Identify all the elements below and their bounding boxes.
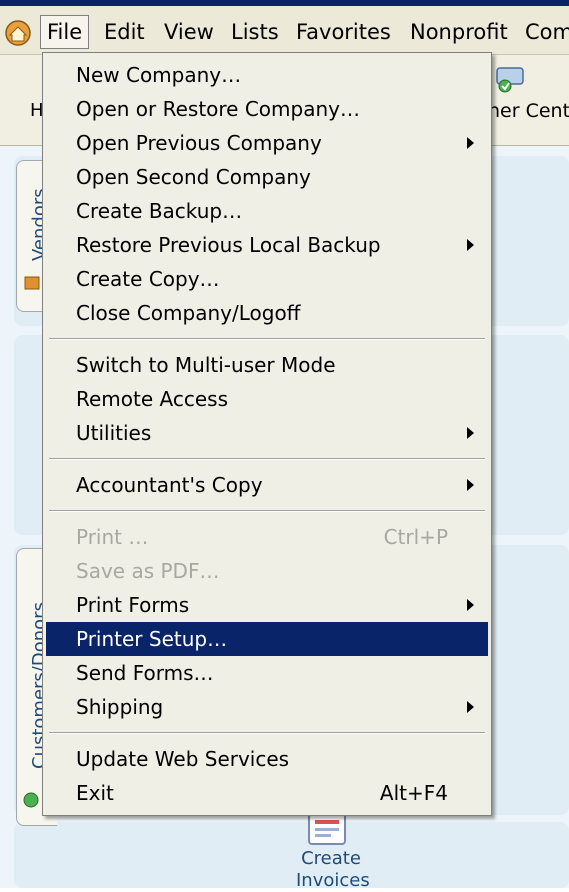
menu-item-open-restore-company[interactable]: Open or Restore Company… [46, 92, 488, 126]
menu-item-remote-access[interactable]: Remote Access [46, 382, 488, 416]
menu-bar: File Edit View Lists Favorites Nonprofit… [0, 6, 569, 55]
submenu-arrow-icon [467, 701, 474, 713]
menu-item-exit[interactable]: Exit Alt+F4 [46, 776, 488, 810]
submenu-arrow-icon [467, 479, 474, 491]
menu-item-accountants-copy[interactable]: Accountant's Copy [46, 468, 488, 502]
customer-center-icon[interactable] [493, 66, 527, 94]
submenu-arrow-icon [467, 427, 474, 439]
menu-item-restore-previous-backup[interactable]: Restore Previous Local Backup [46, 228, 488, 262]
print-shortcut: Ctrl+P [383, 525, 448, 549]
menu-item-print-forms[interactable]: Print Forms [46, 588, 488, 622]
menu-favorites[interactable]: Favorites [290, 16, 397, 48]
invoice-icon[interactable] [305, 812, 351, 848]
menu-item-open-second-company[interactable]: Open Second Company [46, 160, 488, 194]
menu-lists[interactable]: Lists [225, 16, 285, 48]
submenu-arrow-icon [467, 137, 474, 149]
menu-company[interactable]: Comp [519, 16, 569, 48]
menu-item-update-web-services[interactable]: Update Web Services [46, 742, 488, 776]
menu-item-print[interactable]: Print … Ctrl+P [46, 520, 488, 554]
menu-separator [49, 338, 485, 340]
menu-view[interactable]: View [158, 16, 220, 48]
menu-edit[interactable]: Edit [98, 16, 151, 48]
menu-item-create-copy[interactable]: Create Copy… [46, 262, 488, 296]
menu-file[interactable]: File [40, 15, 90, 49]
menu-item-send-forms[interactable]: Send Forms… [46, 656, 488, 690]
menu-nonprofit[interactable]: Nonprofit [404, 16, 514, 48]
menu-item-close-company[interactable]: Close Company/Logoff [46, 296, 488, 330]
toolbar-customer-center-label[interactable]: ner Cent [488, 100, 569, 122]
create-invoices-label[interactable]: Create Invoices [296, 848, 370, 892]
menu-item-new-company[interactable]: New Company… [46, 58, 488, 92]
menu-item-printer-setup[interactable]: Printer Setup… [46, 622, 488, 656]
create-invoices-line1: Create [301, 848, 361, 869]
customers-icon [23, 792, 39, 808]
create-invoices-line2: Invoices [296, 870, 370, 891]
menu-item-shipping[interactable]: Shipping [46, 690, 488, 724]
menu-item-save-as-pdf[interactable]: Save as PDF… [46, 554, 488, 588]
menu-separator [49, 510, 485, 512]
submenu-arrow-icon [467, 599, 474, 611]
menu-item-switch-multi-user[interactable]: Switch to Multi-user Mode [46, 348, 488, 382]
exit-shortcut: Alt+F4 [379, 781, 448, 805]
quickbooks-app-icon[interactable] [4, 19, 32, 47]
vendors-icon [24, 276, 40, 290]
file-menu-dropdown: New Company… Open or Restore Company… Op… [42, 52, 492, 816]
menu-item-utilities[interactable]: Utilities [46, 416, 488, 450]
menu-item-create-backup[interactable]: Create Backup… [46, 194, 488, 228]
invoices-panel [14, 822, 569, 888]
menu-separator [49, 732, 485, 734]
menu-separator [49, 458, 485, 460]
submenu-arrow-icon [467, 239, 474, 251]
menu-item-open-previous-company[interactable]: Open Previous Company [46, 126, 488, 160]
